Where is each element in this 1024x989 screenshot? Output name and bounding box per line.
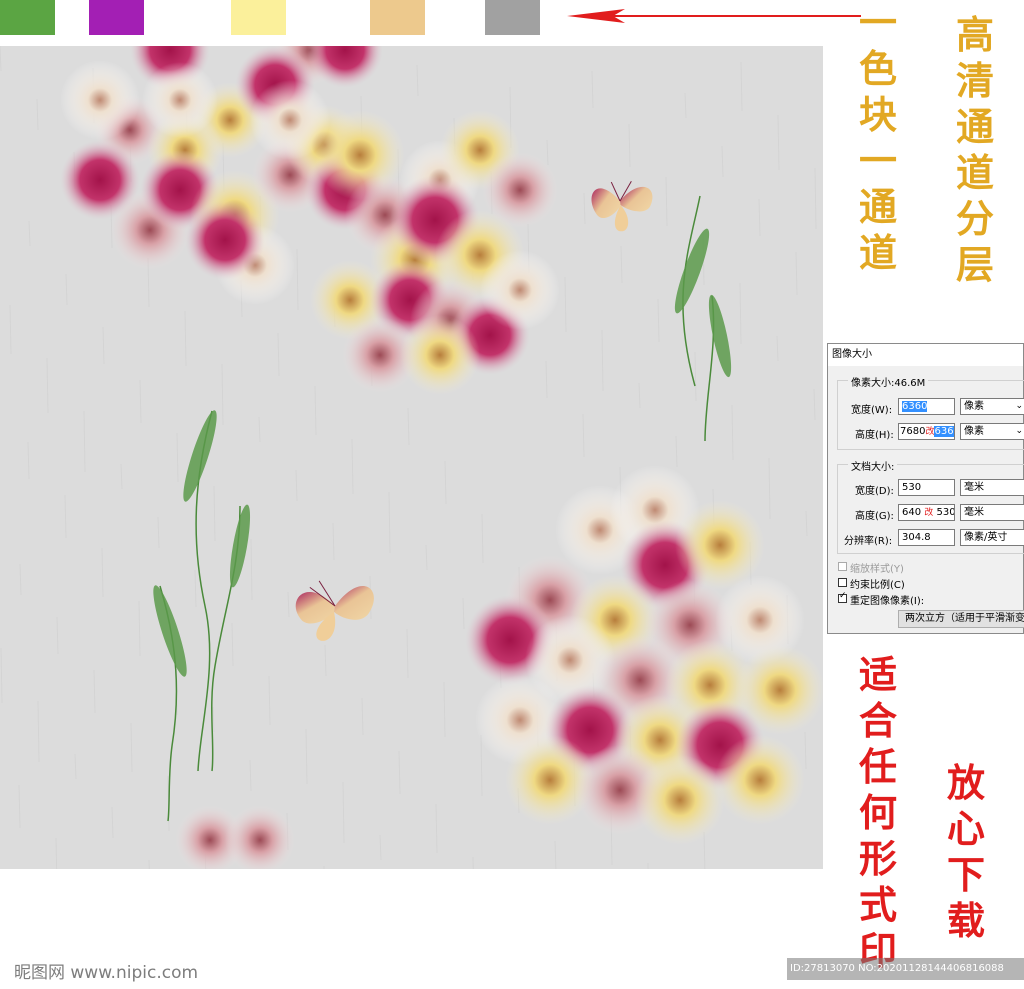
height-value: 6360 bbox=[934, 426, 954, 437]
height-label: 高度(H): bbox=[855, 430, 894, 441]
image-size-dialog: 图像大小 像素大小:46.6M 宽度(W): 6360 像素 ⌄ 高度(H): 7… bbox=[827, 343, 1024, 634]
resample-checkbox[interactable] bbox=[838, 591, 847, 603]
doc-height-old-value: 640 bbox=[902, 507, 922, 518]
resolution-unit-select[interactable]: 像素/英寸 bbox=[960, 529, 1024, 546]
flower-icon bbox=[400, 315, 480, 395]
width-unit-select[interactable]: 像素 ⌄ bbox=[960, 398, 1024, 415]
doc-height-unit-select[interactable]: 毫米 bbox=[960, 504, 1024, 521]
side-text-one-block: 一色块一通道 bbox=[858, 0, 897, 275]
chevron-down-icon: ⌄ bbox=[1015, 401, 1023, 411]
image-id-bar: ID:27813070 NO:20201128144406816088 bbox=[787, 958, 1024, 980]
width-value: 6360 bbox=[902, 401, 928, 412]
constrain-proportions-label: 约束比例(C) bbox=[850, 580, 905, 591]
left-arrow-icon bbox=[567, 9, 861, 23]
doc-width-unit: 毫米 bbox=[964, 482, 984, 493]
resample-label: 重定图像像素(I): bbox=[850, 596, 925, 607]
side-text-download: 放心下载 bbox=[946, 760, 985, 943]
flower-icon bbox=[185, 200, 265, 280]
document-size-title: 文档大小: bbox=[848, 458, 898, 473]
height-old-value: 7680 bbox=[900, 426, 926, 437]
swatch-green bbox=[0, 0, 55, 35]
doc-height-change-mark: 改 bbox=[924, 508, 934, 518]
width-label: 宽度(W): bbox=[851, 405, 893, 416]
pixel-dimensions-title: 像素大小:46.6M bbox=[848, 374, 929, 389]
doc-width-label: 宽度(D): bbox=[855, 486, 894, 497]
dialog-title: 图像大小 bbox=[828, 344, 1023, 366]
swatch-tan bbox=[370, 0, 425, 35]
resample-method-select[interactable]: 两次立方（适用于平滑渐变） bbox=[898, 610, 1024, 628]
resolution-field[interactable]: 304.8 bbox=[898, 529, 955, 546]
doc-width-value: 530 bbox=[902, 482, 922, 493]
flower-icon bbox=[482, 152, 558, 228]
width-field[interactable]: 6360 bbox=[898, 398, 955, 415]
resolution-value: 304.8 bbox=[902, 532, 931, 543]
constrain-proportions-checkbox[interactable] bbox=[838, 578, 847, 587]
flower-icon bbox=[142, 62, 218, 138]
swatch-purple bbox=[89, 0, 144, 35]
flower-icon bbox=[60, 60, 140, 140]
height-unit-select[interactable]: 像素 ⌄ bbox=[960, 423, 1024, 440]
side-text-any-print: 适合任何形式印 bbox=[858, 652, 897, 973]
doc-height-field[interactable]: 640 改 530 bbox=[898, 504, 955, 521]
doc-width-field[interactable]: 530 bbox=[898, 479, 955, 496]
resolution-label: 分辨率(R): bbox=[844, 536, 893, 547]
height-field[interactable]: 7680改6360 bbox=[898, 423, 955, 440]
flower-icon bbox=[250, 80, 330, 160]
swatch-yellow bbox=[231, 0, 286, 35]
flower-icon bbox=[715, 735, 805, 825]
width-unit: 像素 bbox=[964, 401, 984, 412]
doc-width-unit-select[interactable]: 毫米 bbox=[960, 479, 1024, 496]
doc-height-unit: 毫米 bbox=[964, 507, 984, 518]
floral-pattern-image bbox=[0, 46, 823, 869]
flower-icon bbox=[480, 250, 560, 330]
resolution-unit: 像素/英寸 bbox=[964, 532, 1008, 543]
flower-icon bbox=[635, 755, 725, 845]
doc-height-value: 530 bbox=[936, 507, 955, 518]
scale-styles-label: 缩放样式(Y) bbox=[850, 564, 904, 575]
doc-height-label: 高度(G): bbox=[855, 511, 894, 522]
swatch-gray bbox=[485, 0, 540, 35]
scale-styles-checkbox[interactable] bbox=[838, 562, 847, 571]
side-text-hd-channels: 高清通道分层 bbox=[955, 12, 994, 287]
chevron-down-icon: ⌄ bbox=[1015, 426, 1023, 436]
watermark-logo: 昵图网 www.nipic.com bbox=[14, 963, 199, 983]
height-unit: 像素 bbox=[964, 426, 984, 437]
resample-method: 两次立方（适用于平滑渐变） bbox=[905, 613, 1024, 624]
